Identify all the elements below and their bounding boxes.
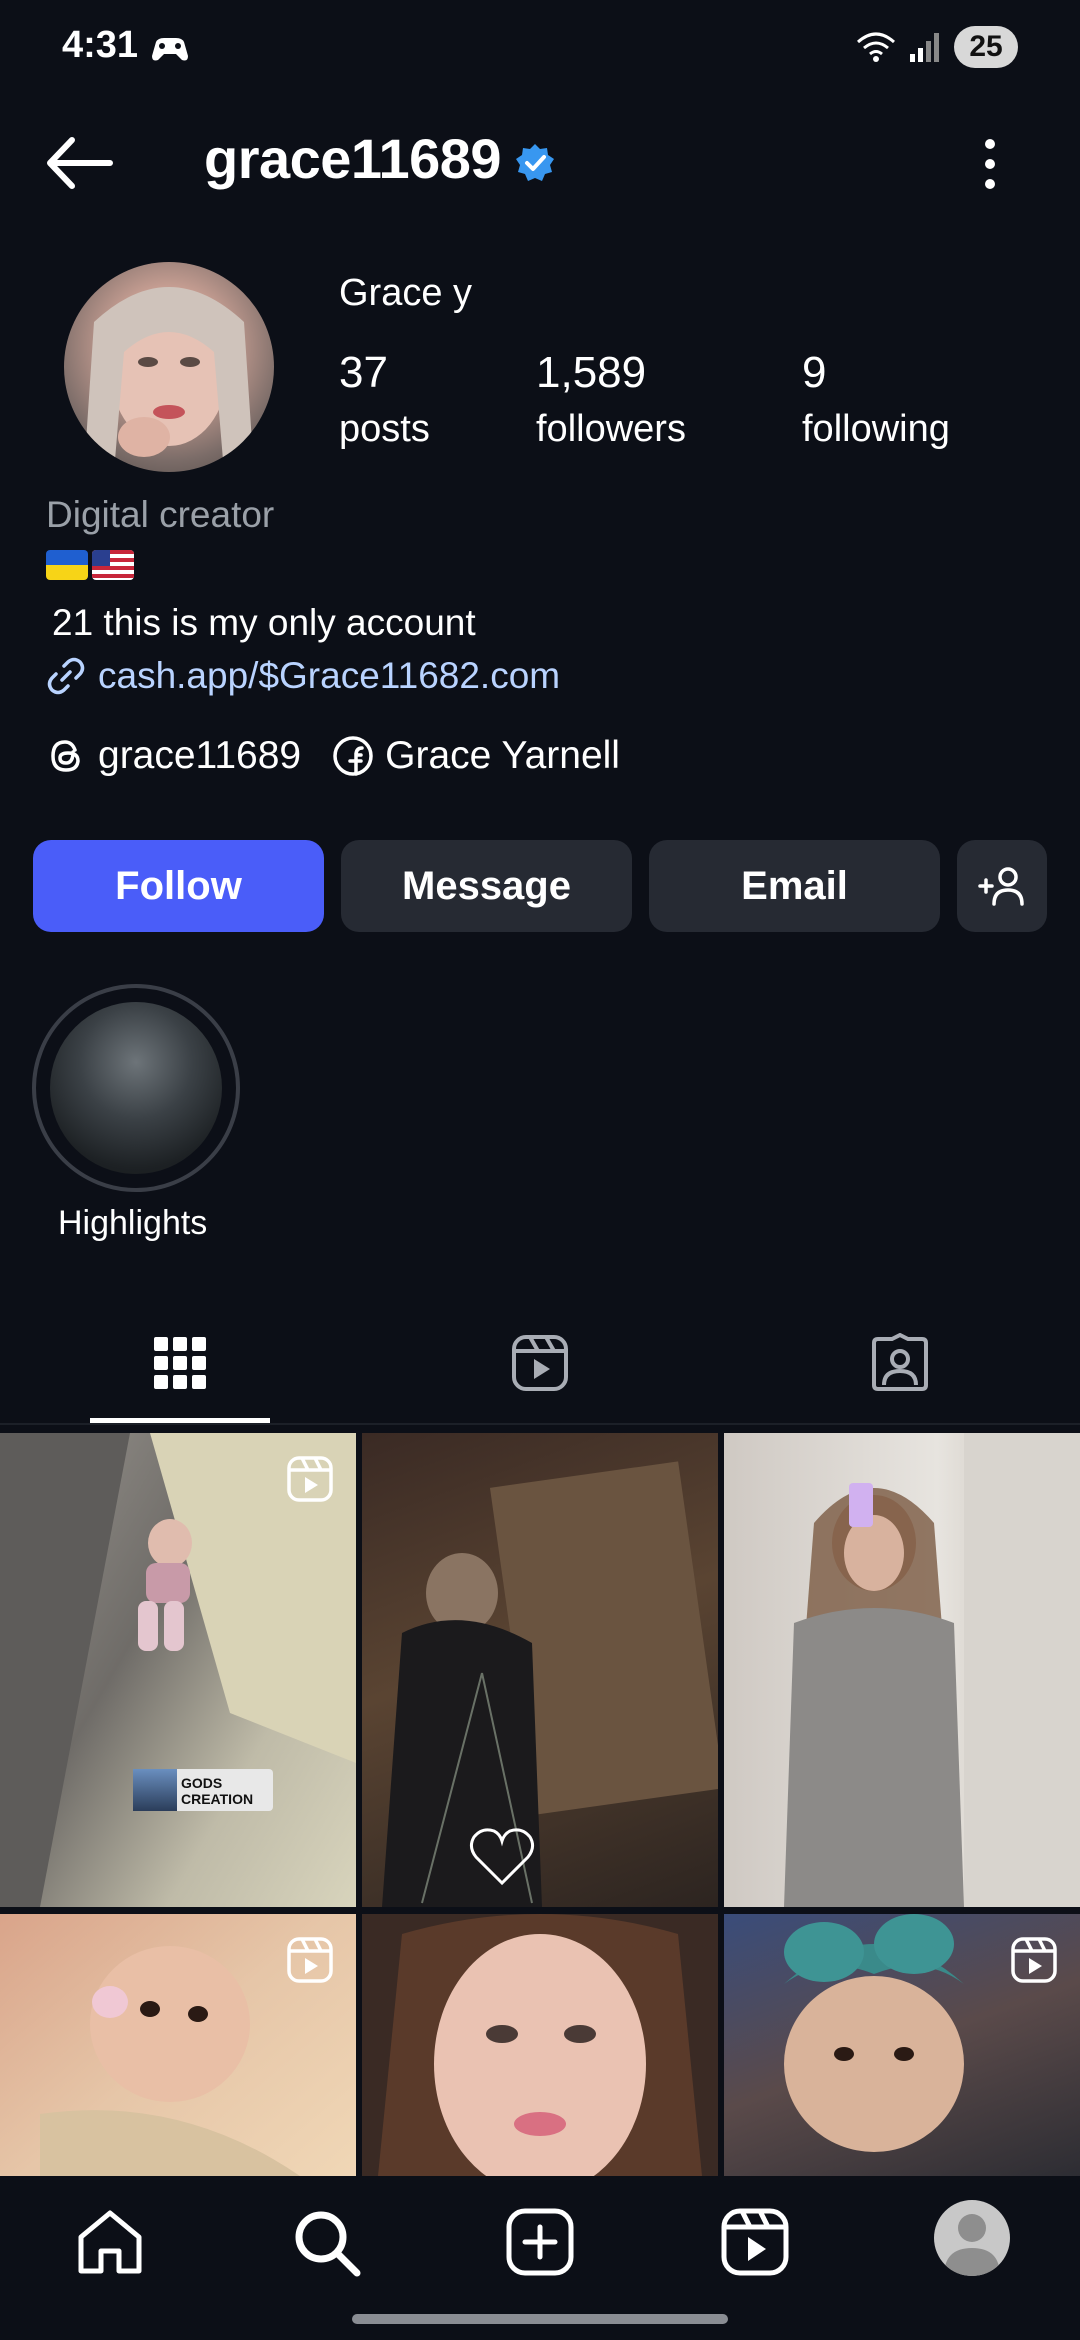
grid-post[interactable] [724, 1914, 1080, 2176]
grid-post[interactable] [724, 1433, 1080, 1907]
default-avatar-icon [944, 2214, 1000, 2276]
back-arrow-icon[interactable] [42, 132, 116, 194]
post-image [784, 1433, 1080, 1907]
bio-link[interactable]: cash.app/$Grace11682.com [44, 654, 560, 698]
bio-flags [46, 550, 134, 580]
nav-search[interactable] [286, 2202, 366, 2282]
threads-icon [51, 740, 80, 772]
home-indicator[interactable] [352, 2314, 728, 2324]
facebook-link[interactable]: Grace Yarnell [331, 734, 620, 778]
grid-post[interactable] [0, 1914, 356, 2176]
avatar-portrait [84, 287, 254, 472]
followers-stat[interactable]: 1,589 followers [536, 348, 686, 451]
reels-icon [512, 1335, 568, 1391]
link-icon [47, 657, 85, 695]
bio-text: 21 this is my only account [52, 602, 476, 643]
nav-create[interactable] [500, 2202, 580, 2282]
profile-avatar[interactable] [64, 262, 274, 472]
nav-home[interactable] [70, 2202, 150, 2282]
facebook-name: Grace Yarnell [385, 734, 620, 777]
follow-button[interactable]: Follow [33, 840, 324, 932]
facebook-icon [333, 736, 373, 776]
heart-overlay-icon [469, 1828, 535, 1886]
threads-handle: grace11689 [98, 734, 302, 777]
create-icon [506, 2208, 574, 2276]
verified-badge-icon [516, 144, 554, 181]
status-time: 4:31 [62, 24, 139, 66]
usa-flag-icon [92, 550, 134, 580]
battery-indicator: 25 [954, 26, 1018, 68]
email-button[interactable]: Email [649, 840, 940, 932]
post-image [0, 1433, 356, 1907]
posts-stat[interactable]: 37 posts [339, 348, 430, 451]
social-links: grace11689 Grace Yarnell [44, 734, 636, 778]
tab-divider [0, 1423, 1080, 1425]
tab-tagged[interactable] [720, 1318, 1080, 1408]
followers-label: followers [536, 408, 686, 450]
following-count: 9 [802, 348, 827, 397]
grid-post[interactable]: GODS CREATION [0, 1433, 356, 1907]
grid-post[interactable] [362, 1433, 718, 1907]
message-button[interactable]: Message [341, 840, 632, 932]
tagged-icon [872, 1333, 928, 1391]
search-icon [295, 2211, 361, 2277]
reel-badge-icon [287, 1937, 333, 1983]
signal-icon [910, 33, 939, 62]
music-sticker: GODS CREATION [133, 1769, 273, 1811]
post-image [382, 1461, 718, 1907]
bio-link-text[interactable]: cash.app/$Grace11682.com [98, 655, 560, 697]
highlight-label: Highlights [58, 1204, 208, 1242]
followers-count: 1,589 [536, 348, 647, 397]
add-person-icon [978, 867, 1024, 906]
posts-label: posts [339, 408, 430, 450]
nav-profile-avatar[interactable] [934, 2200, 1010, 2276]
sticker-title: GODS CREATION [181, 1775, 254, 1807]
threads-link[interactable]: grace11689 [44, 734, 301, 778]
reel-badge-icon [287, 1456, 333, 1502]
ukraine-flag-icon [46, 550, 88, 580]
reel-badge-icon [1011, 1937, 1057, 1983]
profile-category: Digital creator [46, 494, 275, 535]
tab-posts-grid[interactable] [0, 1318, 360, 1408]
following-stat[interactable]: 9 following [802, 348, 950, 451]
home-icon [78, 2210, 142, 2274]
post-image [378, 1914, 702, 2176]
posts-count: 37 [339, 348, 388, 397]
nav-reels[interactable] [715, 2202, 795, 2282]
following-label: following [802, 408, 950, 450]
reels-icon [721, 2208, 789, 2276]
more-options-icon[interactable] [968, 132, 1012, 196]
status-icons: 25 [856, 26, 1018, 68]
highlight-cover[interactable] [50, 1002, 222, 1174]
tab-reels[interactable] [360, 1318, 720, 1408]
wifi-icon [857, 32, 895, 62]
grid-icon [154, 1337, 206, 1389]
suggested-people-button[interactable] [957, 840, 1047, 932]
game-controller-icon [152, 38, 188, 61]
display-name: Grace y [339, 272, 473, 314]
grid-post[interactable] [362, 1914, 718, 2176]
profile-username: grace11689 [204, 127, 502, 190]
